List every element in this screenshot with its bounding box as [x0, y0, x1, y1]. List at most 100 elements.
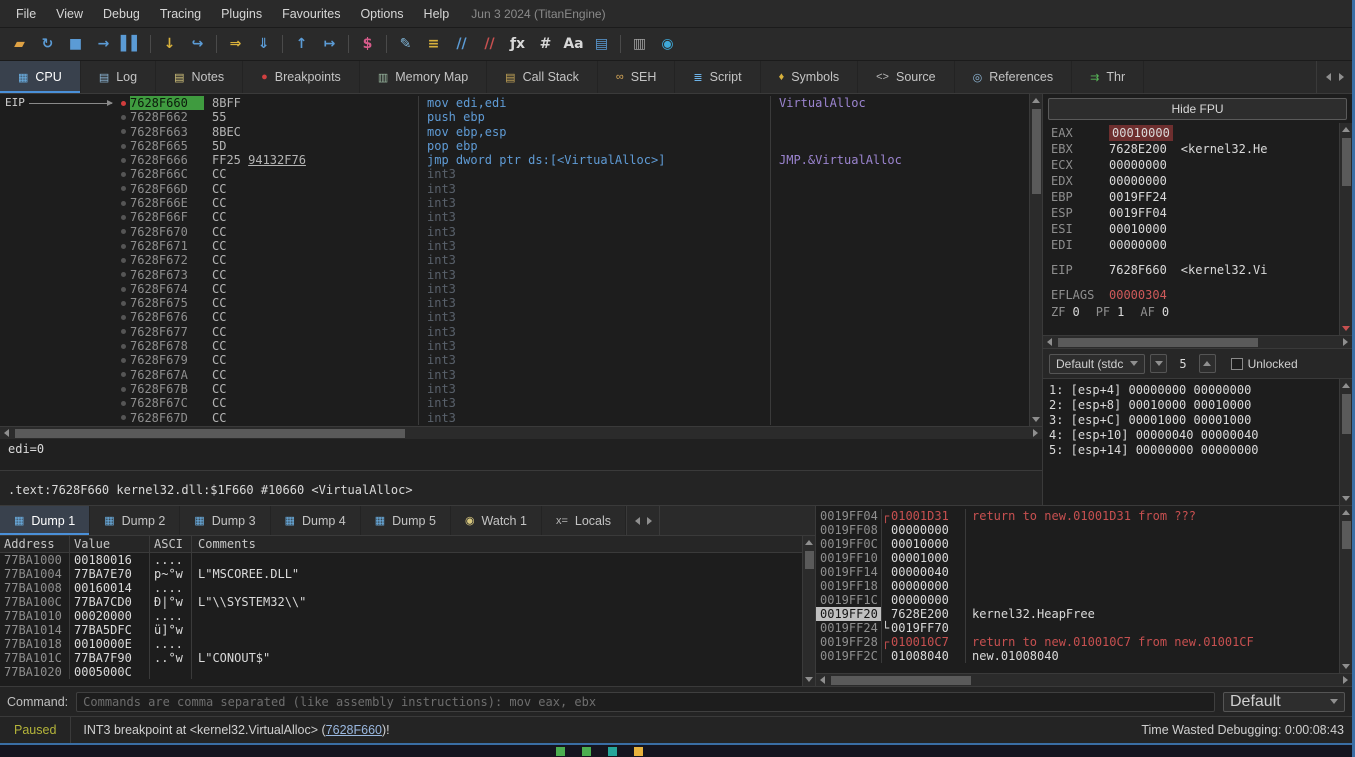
- breakpoint-bullet-icon[interactable]: [116, 411, 130, 425]
- command-profile-select[interactable]: Default: [1223, 692, 1345, 712]
- dollar-icon[interactable]: $: [354, 31, 381, 57]
- label-icon[interactable]: //: [448, 31, 475, 57]
- bookmark-icon[interactable]: //: [476, 31, 503, 57]
- dump-header-ascii[interactable]: ASCI: [150, 536, 192, 552]
- breakpoint-bullet-icon[interactable]: [116, 225, 130, 239]
- menu-favourites[interactable]: Favourites: [272, 0, 350, 27]
- disasm-row[interactable]: 7628F67B CC int3: [0, 382, 1029, 396]
- tab-call-stack[interactable]: ▤ Call Stack: [487, 61, 598, 93]
- breakpoint-bullet-icon[interactable]: [116, 310, 130, 324]
- stack-vertical-scrollbar[interactable]: [1339, 506, 1352, 673]
- toolbar-separator[interactable]: [344, 31, 353, 57]
- dump-row[interactable]: 77BA1000 00180016 ....: [0, 553, 802, 567]
- tab-memory-map[interactable]: ▥ Memory Map: [360, 61, 487, 93]
- register-row[interactable]: EAX 00010000: [1051, 125, 1339, 141]
- tab-dump-4[interactable]: ▦ Dump 4: [271, 506, 361, 535]
- disasm-row[interactable]: 7628F67A CC int3: [0, 368, 1029, 382]
- disasm-row[interactable]: 7628F671 CC int3: [0, 239, 1029, 253]
- breakpoint-bullet-icon[interactable]: [116, 210, 130, 224]
- tab-log[interactable]: ▤ Log: [81, 61, 156, 93]
- breakpoint-bullet-icon[interactable]: [116, 167, 130, 181]
- stack-row[interactable]: 0019FF20 7628E200 kernel32.HeapFree: [816, 607, 1339, 621]
- disasm-row[interactable]: 7628F66D CC int3: [0, 182, 1029, 196]
- toolbar-separator[interactable]: [616, 31, 625, 57]
- breakpoint-bullet-icon[interactable]: [116, 153, 130, 167]
- breakpoint-bullet-icon[interactable]: [116, 396, 130, 410]
- pause-icon[interactable]: ▌▌: [118, 31, 145, 57]
- stack-row[interactable]: 0019FF10 00001000: [816, 551, 1339, 565]
- stack-row[interactable]: 0019FF1C 00000000: [816, 593, 1339, 607]
- open-file-icon[interactable]: ▰: [6, 31, 33, 57]
- modules-icon[interactable]: ▤: [588, 31, 615, 57]
- tab-dump-1[interactable]: ▦ Dump 1: [0, 506, 90, 535]
- taskbar-icon[interactable]: [634, 747, 643, 756]
- disasm-row[interactable]: 7628F66E CC int3: [0, 196, 1029, 210]
- font-icon[interactable]: Aa: [560, 31, 587, 57]
- menu-file[interactable]: File: [6, 0, 46, 27]
- arguments-vertical-scrollbar[interactable]: [1339, 379, 1352, 505]
- execute-till-return-icon[interactable]: ↑: [288, 31, 315, 57]
- menu-debug[interactable]: Debug: [93, 0, 150, 27]
- tab-scroll-right-icon[interactable]: [647, 517, 652, 525]
- scroll-left-icon[interactable]: [816, 674, 829, 687]
- breakpoint-bullet-icon[interactable]: [116, 110, 130, 124]
- dump-row[interactable]: 77BA1018 0010000E ....: [0, 637, 802, 651]
- disasm-row[interactable]: 7628F663 8BEC mov ebp,esp: [0, 125, 1029, 139]
- taskbar-icon[interactable]: [556, 747, 565, 756]
- disasm-row[interactable]: 7628F676 CC int3: [0, 310, 1029, 324]
- scroll-thumb[interactable]: [1032, 109, 1041, 194]
- scroll-up-icon[interactable]: [803, 536, 816, 549]
- stack-row[interactable]: 0019FF0C 00010000: [816, 537, 1339, 551]
- restart-icon[interactable]: ↻: [34, 31, 61, 57]
- scroll-right-icon[interactable]: [1339, 336, 1352, 349]
- stack-row[interactable]: 0019FF24 └ 0019FF70: [816, 621, 1339, 635]
- disasm-row[interactable]: 7628F675 CC int3: [0, 296, 1029, 310]
- register-row[interactable]: EDI 00000000: [1051, 237, 1339, 253]
- tab-script[interactable]: ≣ Script: [675, 61, 760, 93]
- tab-locals[interactable]: x= Locals: [542, 506, 626, 535]
- tab-scroll-left-icon[interactable]: [635, 517, 640, 525]
- dump-row[interactable]: 77BA101C 77BA7F90 ..°w L"CONOUT$": [0, 651, 802, 665]
- scroll-thumb[interactable]: [1342, 138, 1351, 186]
- scroll-thumb[interactable]: [805, 551, 814, 569]
- disasm-vertical-scrollbar[interactable]: [1029, 94, 1042, 426]
- run-to-cursor-icon[interactable]: ↦: [316, 31, 343, 57]
- argument-row[interactable]: 5: [esp+14] 00000000 00000000: [1049, 443, 1339, 458]
- disasm-row[interactable]: 7628F665 5D pop ebp: [0, 139, 1029, 153]
- tab-seh[interactable]: ∞ SEH: [598, 61, 676, 93]
- registers-vertical-scrollbar[interactable]: [1339, 123, 1352, 335]
- disasm-row[interactable]: 7628F672 CC int3: [0, 253, 1029, 267]
- taskbar-icon[interactable]: [582, 747, 591, 756]
- disasm-row[interactable]: 7628F679 CC int3: [0, 353, 1029, 367]
- dump-row[interactable]: 77BA100C 77BA7CD0 Ð|°w L"\\SYSTEM32\\": [0, 595, 802, 609]
- register-row[interactable]: ECX 00000000: [1051, 157, 1339, 173]
- stack-row[interactable]: 0019FF28 ┌ 010010C7 return to new.010010…: [816, 635, 1339, 649]
- tab-scroll-right-icon[interactable]: [1339, 73, 1344, 81]
- internet-icon[interactable]: ◉: [654, 31, 681, 57]
- dump-header-comments[interactable]: Comments: [192, 536, 802, 552]
- tab-symbols[interactable]: ♦ Symbols: [761, 61, 859, 93]
- tab-dump-5[interactable]: ▦ Dump 5: [361, 506, 451, 535]
- register-row[interactable]: EBX 7628E200 <kernel32.He: [1051, 141, 1339, 157]
- scroll-thumb[interactable]: [1058, 338, 1258, 347]
- stack-horizontal-scrollbar[interactable]: [816, 673, 1352, 686]
- menu-view[interactable]: View: [46, 0, 93, 27]
- toolbar-separator[interactable]: [382, 31, 391, 57]
- dump-header-address[interactable]: Address: [0, 536, 70, 552]
- command-input[interactable]: [76, 692, 1215, 712]
- step-over-icon[interactable]: ↪: [184, 31, 211, 57]
- breakpoint-bullet-icon[interactable]: [116, 253, 130, 267]
- toolbar-separator[interactable]: [212, 31, 221, 57]
- tab-dump-3[interactable]: ▦ Dump 3: [180, 506, 270, 535]
- tab-watch-1[interactable]: ◉ Watch 1: [451, 506, 542, 535]
- breakpoint-bullet-icon[interactable]: [116, 125, 130, 139]
- scroll-down-icon[interactable]: [1030, 413, 1043, 426]
- disasm-row[interactable]: 7628F673 CC int3: [0, 268, 1029, 282]
- cpu-flag[interactable]: AF0: [1140, 304, 1169, 320]
- breakpoint-address-link[interactable]: 7628F660: [326, 723, 382, 737]
- stop-icon[interactable]: ■: [62, 31, 89, 57]
- scroll-up-icon[interactable]: [1340, 123, 1353, 136]
- argument-row[interactable]: 4: [esp+10] 00000040 00000040: [1049, 428, 1339, 443]
- scroll-left-icon[interactable]: [0, 427, 13, 440]
- disasm-row[interactable]: 7628F662 55 push ebp: [0, 110, 1029, 124]
